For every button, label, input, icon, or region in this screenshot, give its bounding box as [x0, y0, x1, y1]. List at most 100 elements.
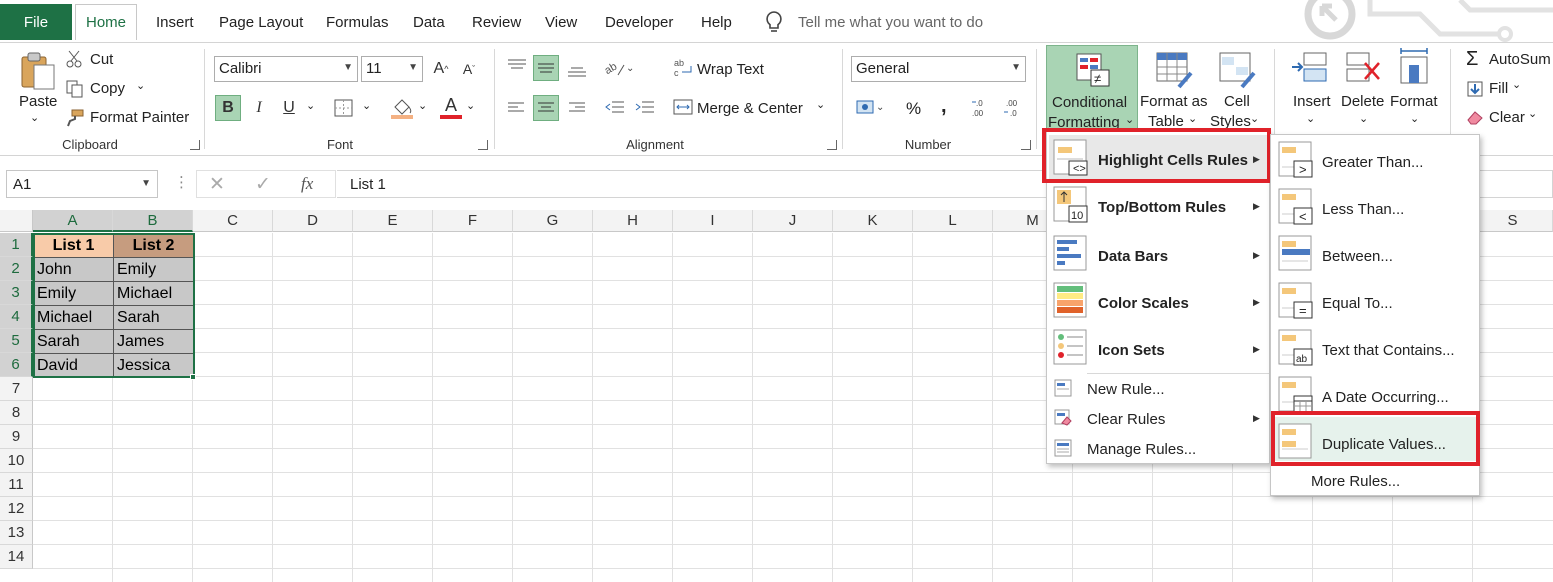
- wrap-text-button[interactable]: Wrap Text: [697, 61, 764, 78]
- column-header-k[interactable]: K: [833, 210, 913, 232]
- chevron-down-icon[interactable]: ⌄: [1250, 112, 1259, 125]
- tab-insert[interactable]: Insert: [156, 4, 194, 40]
- table-cell[interactable]: James: [114, 330, 194, 354]
- column-header-e[interactable]: E: [353, 210, 433, 232]
- header-cell-list-2[interactable]: List 2: [114, 234, 194, 258]
- row-header-11[interactable]: 11: [0, 473, 33, 497]
- bold-button[interactable]: B: [215, 95, 241, 121]
- column-header-h[interactable]: H: [593, 210, 673, 232]
- fill-button[interactable]: Fill: [1489, 80, 1508, 97]
- delete-cells-button[interactable]: Delete: [1341, 93, 1384, 110]
- clipboard-dialog-launcher-icon[interactable]: [190, 140, 200, 150]
- borders-dropdown-chevron-icon[interactable]: ⌄: [362, 99, 371, 112]
- fill-color-icon[interactable]: [390, 97, 414, 122]
- cancel-icon[interactable]: ✕: [209, 173, 225, 196]
- font-name-combo[interactable]: Calibri ▼: [214, 56, 358, 82]
- insert-function-icon[interactable]: fx: [301, 174, 313, 194]
- font-color-dropdown-chevron-icon[interactable]: ⌄: [466, 99, 475, 112]
- column-header-g[interactable]: G: [513, 210, 593, 232]
- format-cells-icon[interactable]: [1395, 47, 1435, 90]
- table-cell[interactable]: Michael: [114, 282, 194, 306]
- tab-developer[interactable]: Developer: [605, 4, 673, 40]
- insert-cells-button[interactable]: Insert: [1293, 93, 1331, 110]
- row-header-8[interactable]: 8: [0, 401, 33, 425]
- column-header-a[interactable]: A: [33, 210, 113, 232]
- cut-button[interactable]: Cut: [90, 51, 113, 68]
- tab-file[interactable]: File: [0, 4, 72, 40]
- paste-dropdown-chevron-icon[interactable]: ⌄: [30, 111, 39, 124]
- increase-font-size-icon[interactable]: A ^: [428, 56, 454, 82]
- format-painter-button[interactable]: Format Painter: [90, 109, 189, 126]
- tab-formulas[interactable]: Formulas: [326, 4, 389, 40]
- cell-styles-icon[interactable]: [1218, 51, 1258, 92]
- table-cell[interactable]: Michael: [34, 306, 114, 330]
- tab-help[interactable]: Help: [701, 4, 732, 40]
- tell-me-search[interactable]: Tell me what you want to do: [798, 4, 983, 40]
- copy-dropdown-chevron-icon[interactable]: ⌄: [136, 79, 145, 92]
- row-header-10[interactable]: 10: [0, 449, 33, 473]
- copy-button[interactable]: Copy: [90, 80, 125, 97]
- underline-button[interactable]: U: [276, 95, 302, 121]
- merge-dropdown-chevron-icon[interactable]: ⌄: [816, 98, 825, 111]
- column-header-j[interactable]: J: [753, 210, 833, 232]
- row-header-6[interactable]: 6: [0, 353, 33, 377]
- chevron-down-icon[interactable]: ⌄: [1188, 112, 1197, 125]
- middle-align-button[interactable]: [533, 55, 559, 81]
- font-dialog-launcher-icon[interactable]: [478, 140, 488, 150]
- table-cell[interactable]: Emily: [114, 258, 194, 282]
- table-cell[interactable]: John: [34, 258, 114, 282]
- increase-indent-icon[interactable]: [634, 99, 656, 120]
- name-box[interactable]: A1 ▼: [6, 170, 158, 198]
- row-header-2[interactable]: 2: [0, 257, 33, 281]
- enter-check-icon[interactable]: ✓: [255, 173, 271, 196]
- row-header-1[interactable]: 1: [0, 233, 33, 257]
- tab-data[interactable]: Data: [413, 4, 445, 40]
- menu-item-top-bottom-rules[interactable]: 10 Top/Bottom Rules ▶: [1047, 184, 1269, 224]
- row-header-3[interactable]: 3: [0, 281, 33, 305]
- column-header-s[interactable]: S: [1473, 210, 1553, 232]
- column-header-c[interactable]: C: [193, 210, 273, 232]
- number-dialog-launcher-icon[interactable]: [1021, 140, 1031, 150]
- insert-cells-icon[interactable]: [1290, 51, 1330, 92]
- borders-icon[interactable]: [334, 99, 354, 120]
- font-size-combo[interactable]: 11 ▼: [361, 56, 423, 82]
- merge-center-button[interactable]: Merge & Center: [697, 100, 803, 117]
- column-header-b[interactable]: B: [113, 210, 193, 232]
- column-header-l[interactable]: L: [913, 210, 993, 232]
- paste-button[interactable]: Paste: [19, 93, 57, 110]
- delete-cells-icon[interactable]: [1345, 51, 1385, 92]
- submenu-item-equal-to[interactable]: = Equal To...: [1271, 280, 1479, 320]
- comma-style-button[interactable]: ,: [941, 95, 947, 118]
- submenu-item-date-occurring[interactable]: A Date Occurring...: [1271, 374, 1479, 414]
- submenu-item-more-rules[interactable]: More Rules...: [1271, 469, 1479, 493]
- select-all-corner[interactable]: [0, 210, 33, 232]
- italic-button[interactable]: I: [246, 95, 272, 121]
- decrease-decimal-icon[interactable]: .00.0: [1002, 97, 1026, 122]
- column-header-f[interactable]: F: [433, 210, 513, 232]
- column-header-d[interactable]: D: [273, 210, 353, 232]
- menu-item-icon-sets[interactable]: Icon Sets ▶: [1047, 327, 1269, 367]
- table-cell[interactable]: Sarah: [114, 306, 194, 330]
- percent-style-button[interactable]: %: [906, 99, 921, 119]
- row-header-5[interactable]: 5: [0, 329, 33, 353]
- bottom-align-icon[interactable]: [566, 57, 588, 82]
- chevron-down-icon[interactable]: ⌄: [1359, 112, 1368, 125]
- header-cell-list-1[interactable]: List 1: [34, 234, 114, 258]
- column-header-i[interactable]: I: [673, 210, 753, 232]
- align-center-button[interactable]: [533, 95, 559, 121]
- fill-color-dropdown-chevron-icon[interactable]: ⌄: [418, 99, 427, 112]
- row-header-7[interactable]: 7: [0, 377, 33, 401]
- tab-review[interactable]: Review: [472, 4, 521, 40]
- format-as-table-icon[interactable]: [1155, 51, 1195, 92]
- decrease-font-size-icon[interactable]: Aˇ: [456, 56, 482, 82]
- menu-item-clear-rules[interactable]: Clear Rules ▶: [1047, 407, 1269, 431]
- align-right-icon[interactable]: [567, 99, 587, 120]
- underline-dropdown-chevron-icon[interactable]: ⌄: [306, 99, 315, 112]
- row-header-12[interactable]: 12: [0, 497, 33, 521]
- menu-item-data-bars[interactable]: Data Bars ▶: [1047, 233, 1269, 273]
- table-cell[interactable]: Emily: [34, 282, 114, 306]
- autosum-button[interactable]: AutoSum: [1489, 51, 1551, 68]
- row-header-9[interactable]: 9: [0, 425, 33, 449]
- row-header-14[interactable]: 14: [0, 545, 33, 569]
- chevron-down-icon[interactable]: ⌄: [1306, 112, 1315, 125]
